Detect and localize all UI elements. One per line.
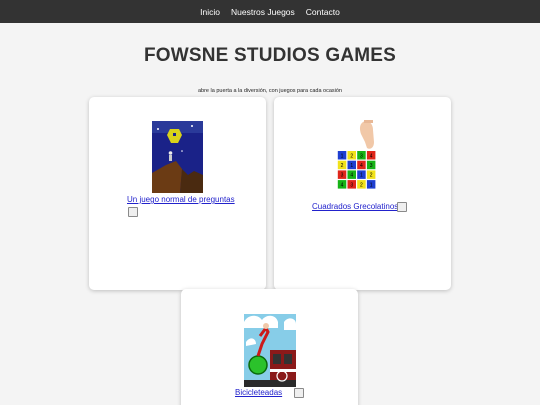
- grid-cell-number: 3: [350, 182, 353, 188]
- tagline: abre la puerta a la diversión, con juego…: [197, 88, 342, 94]
- game-card-bicicleteadas: Bicicleteadas: [181, 289, 358, 405]
- grid-cell-number: 2: [370, 173, 373, 179]
- page-title: FOWSNE STUDIOS GAMES: [143, 45, 397, 66]
- grid-cell-number: 3: [370, 163, 373, 169]
- grid-cell-number: 1: [350, 163, 353, 169]
- game-link-preguntas[interactable]: Un juego normal de preguntas: [127, 195, 235, 204]
- grid-cell-number: 3: [341, 173, 344, 179]
- greco-latin-grid-image: 1 2 3 42 1 4 33 4 1 24 3 2 1: [337, 120, 381, 194]
- play-button-bicicleteadas[interactable]: [294, 388, 304, 398]
- grid-cell-number: 4: [341, 182, 344, 188]
- game-card-grecolatinos: 1234214334124321 Cuadrados Grecolatinos: [274, 97, 451, 290]
- bicycle-game-image: [244, 314, 296, 387]
- game-link-grecolatinos[interactable]: Cuadrados Grecolatinos: [312, 202, 398, 211]
- nav-link-inicio[interactable]: Inicio: [200, 7, 220, 17]
- grid-cell-number: 4: [360, 163, 363, 169]
- nav-link-nuestros-juegos[interactable]: Nuestros Juegos: [231, 7, 295, 17]
- grid-cell-number: 2: [350, 153, 353, 159]
- grid-cell-number: 1: [360, 173, 363, 179]
- grid-cell-number: 4: [370, 153, 373, 159]
- top-navbar: Inicio Nuestros Juegos Contacto: [0, 0, 540, 23]
- game-thumbnail-preguntas[interactable]: [152, 121, 203, 193]
- game-link-bicicleteadas[interactable]: Bicicleteadas: [235, 388, 282, 397]
- play-button-preguntas[interactable]: [128, 207, 138, 217]
- grid-cell-number: 1: [370, 182, 373, 188]
- game-card-preguntas: Un juego normal de preguntas: [89, 97, 266, 290]
- grid-cell-number: 2: [360, 182, 363, 188]
- game-thumbnail-bicicleteadas[interactable]: [244, 314, 296, 387]
- grid-cell-number: 2: [341, 163, 344, 169]
- grid-cell-number: 3: [360, 153, 363, 159]
- quiz-game-image: [152, 121, 203, 193]
- grid-cell-number: 1: [341, 153, 344, 159]
- play-button-grecolatinos[interactable]: [397, 202, 407, 212]
- grid-cell-number: 4: [350, 173, 353, 179]
- nav-link-contacto[interactable]: Contacto: [306, 7, 340, 17]
- game-thumbnail-grecolatinos[interactable]: 1234214334124321: [337, 120, 381, 194]
